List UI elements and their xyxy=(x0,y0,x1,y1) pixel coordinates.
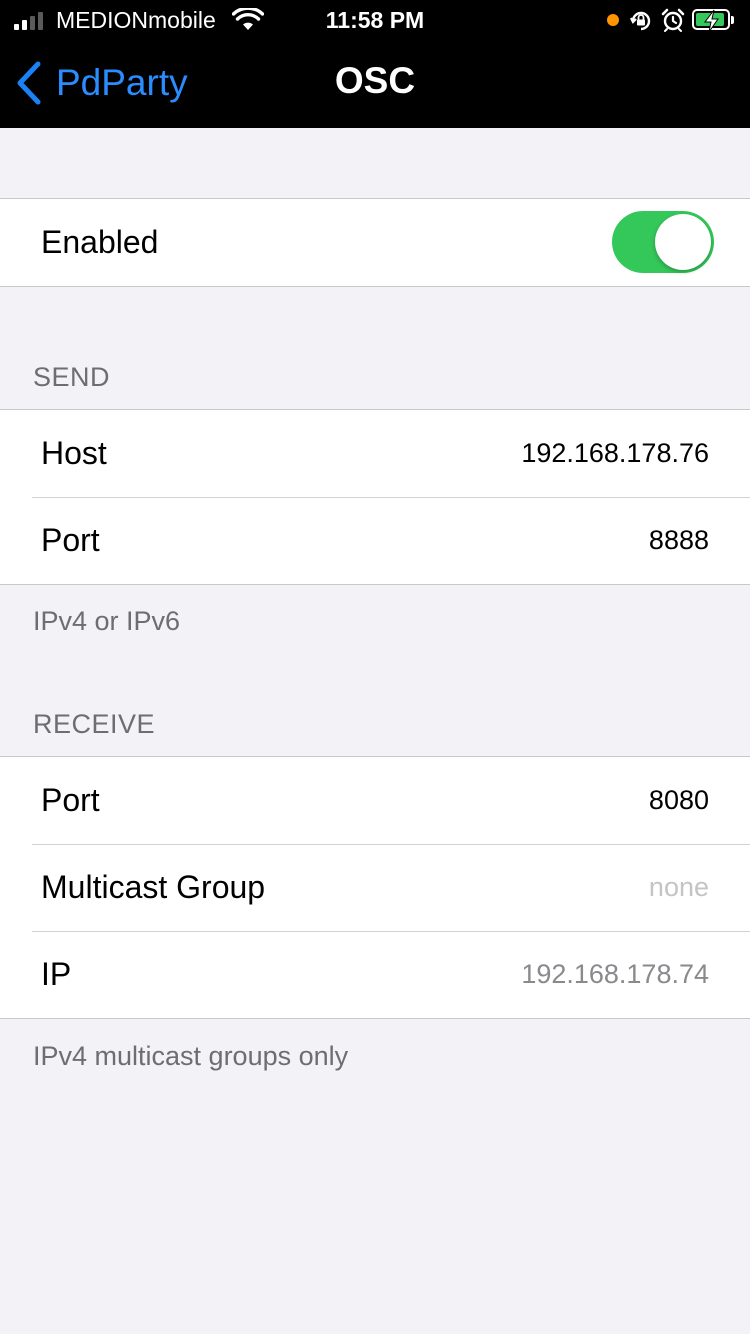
send-host-value[interactable]: 192.168.178.76 xyxy=(521,438,709,469)
multicast-group-row[interactable]: Multicast Group none xyxy=(0,844,750,931)
ip-label: IP xyxy=(41,956,72,992)
page-title: OSC xyxy=(334,60,416,101)
enabled-row: Enabled xyxy=(0,199,750,286)
ip-row: IP 192.168.178.74 xyxy=(0,931,750,1018)
send-host-label: Host xyxy=(41,435,107,471)
multicast-group-input[interactable]: none xyxy=(649,872,709,903)
enabled-label: Enabled xyxy=(41,224,159,260)
send-host-row[interactable]: Host 192.168.178.76 xyxy=(0,410,750,497)
receive-port-value[interactable]: 8080 xyxy=(649,785,709,816)
send-section-header: SEND xyxy=(33,362,111,392)
privacy-indicator-dot xyxy=(607,14,619,26)
battery-charging-icon xyxy=(692,9,734,33)
enabled-toggle[interactable] xyxy=(612,211,714,273)
receive-group: Port 8080 Multicast Group none IP 192.16… xyxy=(0,756,750,1019)
receive-section-header: RECEIVE xyxy=(33,709,156,739)
status-bar: MEDIONmobile 11:58 PM xyxy=(0,0,750,40)
alarm-icon xyxy=(661,8,685,37)
top-bar: MEDIONmobile 11:58 PM PdParty OSC xyxy=(0,0,750,128)
ip-value: 192.168.178.74 xyxy=(521,959,709,989)
receive-section-footer: IPv4 multicast groups only xyxy=(33,1041,349,1071)
send-section-footer: IPv4 or IPv6 xyxy=(33,606,181,636)
enabled-group: Enabled xyxy=(0,198,750,287)
orientation-lock-icon xyxy=(629,9,653,38)
send-port-value[interactable]: 8888 xyxy=(649,525,709,556)
multicast-group-label: Multicast Group xyxy=(41,869,266,905)
send-group: Host 192.168.178.76 Port 8888 xyxy=(0,409,750,585)
toggle-knob xyxy=(655,214,711,270)
receive-port-label: Port xyxy=(41,782,100,818)
send-port-label: Port xyxy=(41,522,100,558)
send-port-row[interactable]: Port 8888 xyxy=(0,497,750,584)
receive-port-row[interactable]: Port 8080 xyxy=(0,757,750,844)
